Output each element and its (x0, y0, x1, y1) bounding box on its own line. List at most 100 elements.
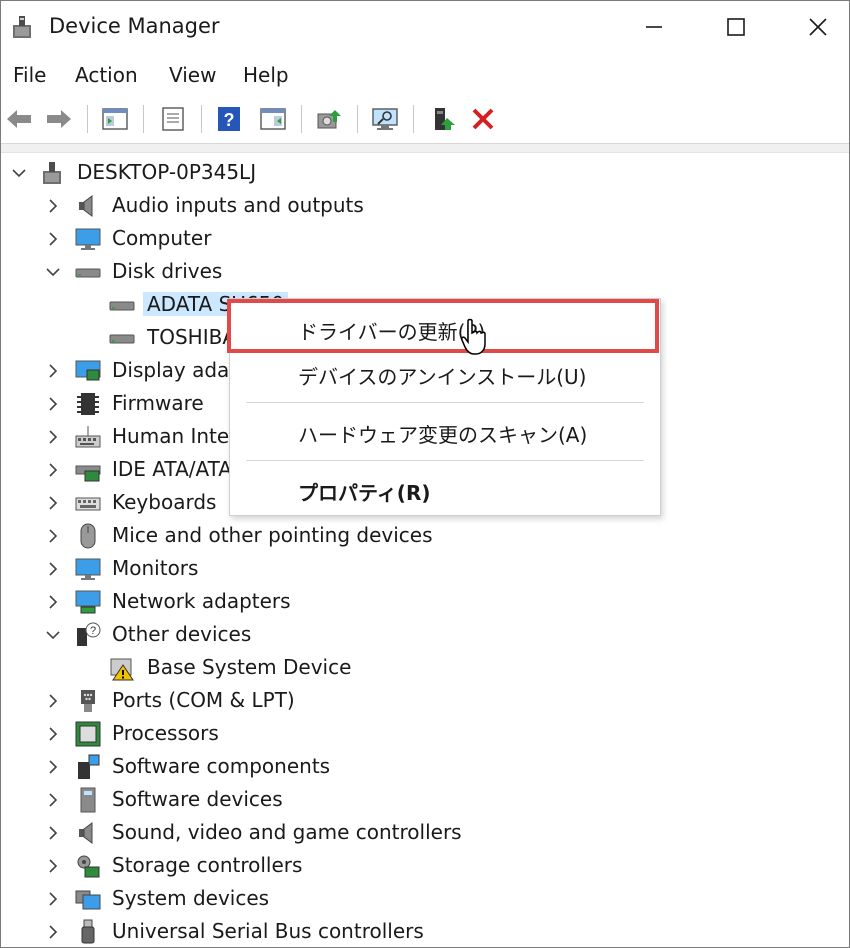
tree-root-label: DESKTOP-0P345LJ (77, 160, 257, 184)
usb-icon (81, 919, 95, 944)
maximize-button[interactable] (701, 1, 771, 53)
update-driver-icon (317, 110, 341, 129)
chevron-down-icon[interactable] (45, 627, 61, 643)
speaker-icon (79, 195, 93, 217)
menu-view[interactable]: View (169, 63, 216, 87)
tree-item-label: Firmware (112, 391, 204, 415)
tree-item-disk-drives[interactable]: Disk drives (1, 256, 849, 288)
chevron-right-icon[interactable] (45, 462, 61, 478)
scan-hardware-icon (372, 108, 398, 130)
context-menu-label: プロパティ(R) (298, 481, 431, 505)
context-menu-label: デバイスのアンインストール(U) (298, 365, 587, 389)
tree-item-computer[interactable]: Computer (1, 223, 849, 255)
chevron-right-icon[interactable] (45, 231, 61, 247)
help-button[interactable]: ? (213, 103, 245, 135)
forward-arrow-icon (47, 110, 71, 128)
tree-item-storage[interactable]: Storage controllers (1, 850, 849, 882)
tree-item-label: Ports (COM & LPT) (112, 688, 295, 712)
tree-item-label: Audio inputs and outputs (112, 193, 364, 217)
chevron-right-icon[interactable] (45, 825, 61, 841)
chevron-right-icon[interactable] (45, 891, 61, 907)
tree-item-label: Computer (112, 226, 212, 250)
context-menu-separator (246, 460, 644, 461)
context-menu-label: ハードウェア変更のスキャン(A) (298, 423, 588, 447)
scan-hardware-button[interactable] (369, 103, 401, 135)
chevron-right-icon[interactable] (45, 396, 61, 412)
unknown-device-icon: ? (77, 622, 101, 646)
device-manager-app-icon (13, 16, 31, 38)
show-hide-console-tree-icon (102, 108, 128, 130)
enable-device-button[interactable] (427, 103, 459, 135)
tree-item-usb[interactable]: Universal Serial Bus controllers (1, 916, 849, 947)
chevron-right-icon[interactable] (45, 792, 61, 808)
tree-item-software-components[interactable]: Software components (1, 751, 849, 783)
tree-item-label: Mice and other pointing devices (112, 523, 433, 547)
tree-item-mice[interactable]: Mice and other pointing devices (1, 520, 849, 552)
chevron-right-icon[interactable] (45, 198, 61, 214)
software-component-icon (78, 754, 100, 779)
display-adapter-icon (75, 360, 101, 381)
tree-item-audio[interactable]: Audio inputs and outputs (1, 190, 849, 222)
minimize-button[interactable] (619, 1, 689, 53)
context-menu-uninstall-device[interactable]: デバイスのアンインストール(U) (230, 352, 660, 396)
disk-drive-icon (75, 268, 101, 278)
menu-file[interactable]: File (13, 63, 46, 87)
tree-item-label: Monitors (112, 556, 199, 580)
tree-item-other-devices[interactable]: ? Other devices (1, 619, 849, 651)
tree-item-software-devices[interactable]: Software devices (1, 784, 849, 816)
tree-item-ports[interactable]: Ports (COM & LPT) (1, 685, 849, 717)
chevron-right-icon[interactable] (45, 594, 61, 610)
chevron-right-icon[interactable] (45, 561, 61, 577)
chevron-down-icon[interactable] (45, 264, 61, 280)
chevron-right-icon[interactable] (45, 759, 61, 775)
chevron-right-icon[interactable] (45, 528, 61, 544)
disk-drive-icon (109, 301, 135, 311)
tree-root[interactable]: DESKTOP-0P345LJ (1, 157, 849, 189)
minimize-icon (646, 26, 662, 28)
chevron-right-icon[interactable] (45, 495, 61, 511)
menu-action[interactable]: Action (75, 63, 138, 87)
context-menu-scan-hardware[interactable]: ハードウェア変更のスキャン(A) (230, 410, 660, 454)
action-pane-button[interactable] (257, 103, 289, 135)
software-device-icon (80, 787, 96, 813)
forward-button[interactable] (43, 103, 75, 135)
chevron-right-icon[interactable] (45, 924, 61, 940)
update-driver-button[interactable] (313, 103, 345, 135)
back-button[interactable] (3, 103, 35, 135)
tree-item-system[interactable]: System devices (1, 883, 849, 915)
context-menu-properties[interactable]: プロパティ(R) (230, 468, 660, 512)
title-bar: Device Manager (1, 1, 849, 53)
properties-button[interactable] (157, 103, 189, 135)
network-adapter-icon (75, 590, 101, 614)
mouse-icon (80, 523, 96, 549)
tree-item-processors[interactable]: Processors (1, 718, 849, 750)
close-button[interactable] (783, 1, 849, 53)
chevron-right-icon[interactable] (45, 726, 61, 742)
tree-item-sound[interactable]: Sound, video and game controllers (1, 817, 849, 849)
chevron-right-icon[interactable] (45, 858, 61, 874)
tree-item-monitors[interactable]: Monitors (1, 553, 849, 585)
uninstall-device-button[interactable] (467, 103, 499, 135)
help-icon: ? (218, 107, 240, 131)
chevron-right-icon[interactable] (45, 429, 61, 445)
chevron-right-icon[interactable] (45, 693, 61, 709)
tree-item-label: Universal Serial Bus controllers (112, 919, 424, 943)
toolbar-divider (1, 143, 849, 153)
chevron-down-icon[interactable] (11, 165, 27, 181)
tree-item-base-system-device[interactable]: Base System Device (1, 652, 849, 684)
port-icon (81, 690, 95, 712)
show-hide-console-tree-button[interactable] (99, 103, 131, 135)
chevron-right-icon[interactable] (45, 363, 61, 379)
uninstall-device-icon (472, 108, 494, 130)
action-pane-icon (260, 108, 286, 130)
warning-device-icon (110, 658, 134, 681)
speaker-icon (79, 822, 93, 844)
disk-drive-icon (109, 334, 135, 344)
tree-item-network[interactable]: Network adapters (1, 586, 849, 618)
tree-item-label: Software devices (112, 787, 283, 811)
highlight-annotation (227, 299, 659, 353)
menu-help[interactable]: Help (243, 63, 289, 87)
menu-bar: File Action View Help (1, 59, 849, 93)
svg-text:?: ? (224, 110, 235, 130)
computer-root-icon (43, 162, 61, 184)
